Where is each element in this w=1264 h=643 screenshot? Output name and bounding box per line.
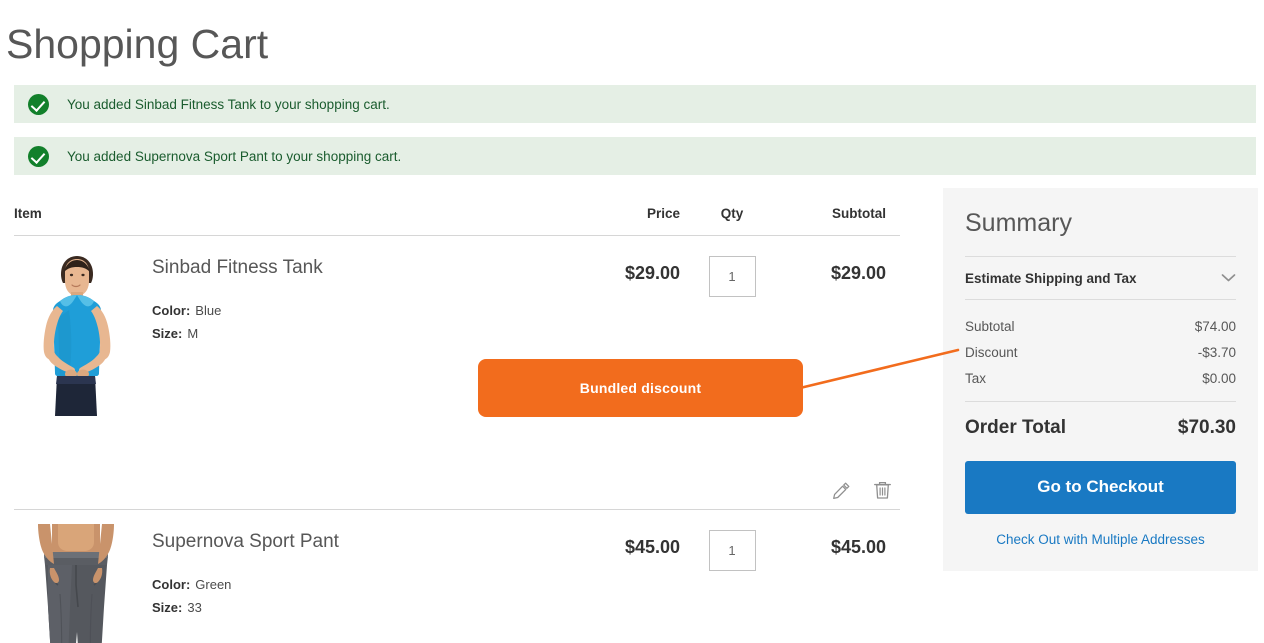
summary-row-discount: Discount -$3.70: [965, 340, 1236, 366]
product-name[interactable]: Supernova Sport Pant: [152, 530, 339, 555]
success-message-text: You added Sinbad Fitness Tank to your sh…: [67, 96, 390, 112]
option-value: 33: [187, 599, 202, 615]
table-row: Supernova Sport Pant Color: Green Size: 33…: [14, 510, 900, 643]
bundled-discount-annotation: Bundled discount: [478, 359, 803, 417]
option-value: Green: [195, 576, 232, 592]
trash-icon[interactable]: [873, 480, 892, 500]
cart-item-cell: Supernova Sport Pant Color: Green Size: 33: [14, 524, 574, 643]
column-header-item: Item: [14, 206, 42, 221]
quantity-input[interactable]: [708, 530, 756, 571]
summary-value: $0.00: [1202, 370, 1236, 386]
estimate-shipping-and-tax-toggle[interactable]: Estimate Shipping and Tax: [965, 255, 1236, 300]
messages-container: You added Sinbad Fitness Tank to your sh…: [14, 85, 1256, 189]
cart-item-price-cell: $45.00: [574, 524, 684, 558]
product-thumbnail[interactable]: [14, 250, 138, 416]
cart-table-header: Item Price Qty Subtotal: [14, 190, 900, 236]
option-label: Size:: [152, 325, 183, 341]
product-thumbnail[interactable]: [14, 524, 138, 643]
chevron-down-icon: [1221, 273, 1236, 283]
summary-row-subtotal: Subtotal $74.00: [965, 314, 1236, 340]
summary-value: $74.00: [1194, 318, 1236, 334]
shopping-cart-page: Shopping Cart You added Sinbad Fitness T…: [0, 0, 1264, 643]
order-summary-panel: Summary Estimate Shipping and Tax Subtot…: [943, 188, 1258, 571]
summary-row-tax: Tax $0.00: [965, 366, 1236, 392]
product-info: Sinbad Fitness Tank Color: Blue Size: M: [152, 250, 323, 349]
summary-totals: Subtotal $74.00 Discount -$3.70 Tax $0.0…: [965, 300, 1236, 439]
success-message: You added Supernova Sport Pant to your s…: [14, 137, 1256, 175]
option-value: M: [187, 325, 199, 341]
product-price: $29.00: [624, 263, 680, 283]
check-circle-icon: [28, 145, 49, 167]
option-label: Color:: [152, 302, 191, 318]
success-message: You added Sinbad Fitness Tank to your sh…: [14, 85, 1256, 123]
product-option-size: Size: M: [152, 326, 323, 341]
edit-pencil-icon[interactable]: [832, 481, 851, 500]
product-subtotal: $29.00: [830, 263, 886, 283]
product-name[interactable]: Sinbad Fitness Tank: [152, 256, 323, 281]
checkout-multiple-addresses-link[interactable]: Check Out with Multiple Addresses: [965, 532, 1236, 547]
summary-value: -$3.70: [1197, 344, 1236, 360]
summary-row-order-total: Order Total $70.30: [965, 400, 1236, 439]
annotation-label: Bundled discount: [579, 380, 702, 396]
option-label: Color:: [152, 576, 191, 592]
cart-item-subtotal-cell: $45.00: [780, 524, 886, 558]
summary-label: Discount: [965, 344, 1018, 360]
success-message-text: You added Supernova Sport Pant to your s…: [67, 148, 402, 164]
cart-item-subtotal-cell: $29.00: [780, 250, 886, 284]
summary-label: Subtotal: [965, 318, 1015, 334]
cart-item-price-cell: $29.00: [574, 250, 684, 284]
option-label: Size:: [152, 599, 183, 615]
column-header-qty: Qty: [720, 206, 744, 221]
product-option-size: Size: 33: [152, 600, 339, 615]
product-price: $45.00: [624, 537, 680, 557]
option-value: Blue: [195, 302, 222, 318]
quantity-input[interactable]: [708, 256, 756, 297]
product-info: Supernova Sport Pant Color: Green Size: 33: [152, 524, 339, 623]
cart-item-qty-cell: [684, 524, 780, 571]
product-option-color: Color: Green: [152, 577, 339, 592]
check-circle-icon: [28, 93, 49, 115]
summary-title: Summary: [965, 209, 1072, 237]
column-header-price: Price: [646, 206, 680, 221]
page-title: Shopping Cart: [6, 21, 269, 68]
summary-label: Tax: [965, 370, 987, 386]
row-actions: [832, 480, 892, 500]
order-total-label: Order Total: [965, 416, 1066, 438]
order-total-value: $70.30: [1177, 416, 1236, 438]
cart-item-qty-cell: [684, 250, 780, 297]
estimate-shipping-label: Estimate Shipping and Tax: [965, 270, 1137, 286]
go-to-checkout-button[interactable]: Go to Checkout: [965, 460, 1236, 514]
product-option-color: Color: Blue: [152, 303, 323, 318]
column-header-subtotal: Subtotal: [832, 206, 886, 221]
product-subtotal: $45.00: [830, 537, 886, 557]
